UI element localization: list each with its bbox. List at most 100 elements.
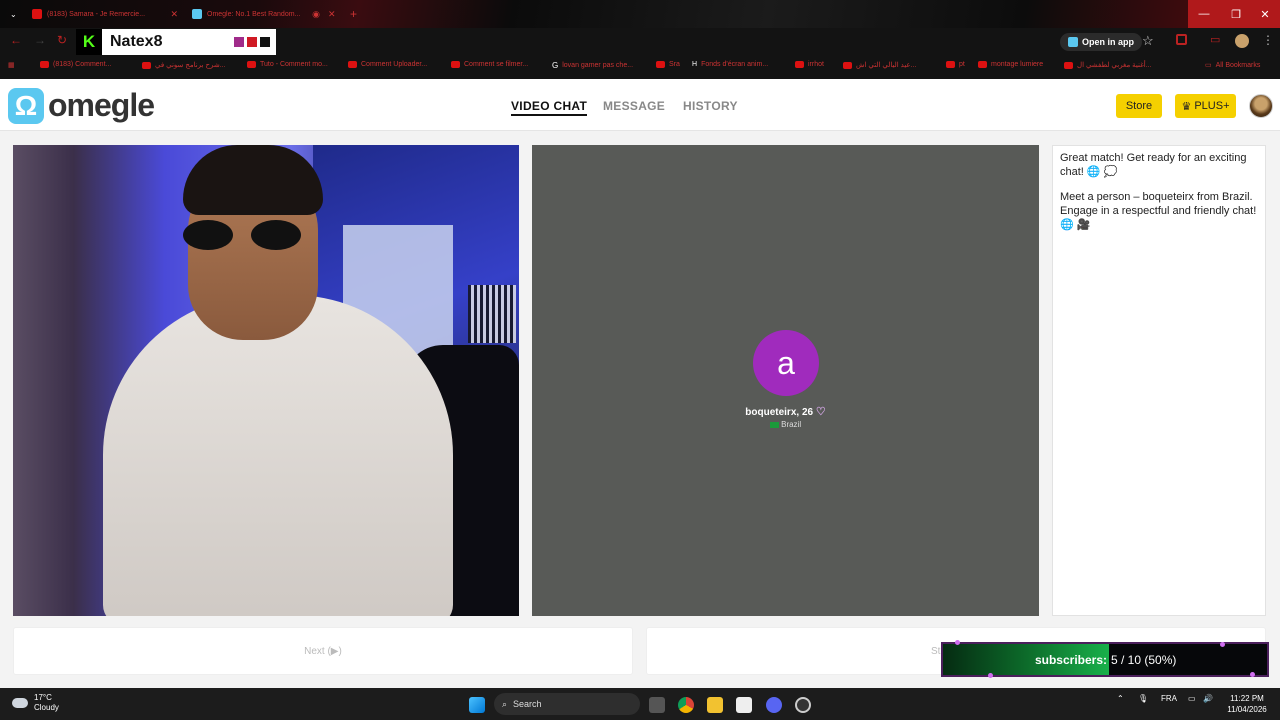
search-icon: ⌕ (502, 698, 508, 709)
discord-icon[interactable] (766, 697, 782, 713)
close-window-button[interactable]: ✕ (1250, 0, 1280, 28)
bookmark-label: montage lumiere (991, 61, 1044, 68)
heart-icon: ♡ (815, 406, 826, 418)
new-tab-button[interactable]: + (344, 4, 360, 24)
bookmark-item[interactable]: H Fonds d'écran anim... (692, 61, 768, 68)
search-label: Search (513, 699, 542, 709)
tab-omegle[interactable]: Omegle: No.1 Best Random... ◉ (186, 4, 326, 24)
start-menu-icon[interactable] (469, 697, 485, 713)
microphone-icon[interactable]: 🎙 (1138, 694, 1148, 703)
weather-condition: Cloudy (34, 703, 59, 712)
tab-search-button[interactable]: ⌄ (4, 4, 18, 24)
person-hair (183, 145, 323, 215)
color-square (234, 37, 244, 47)
youtube-icon (32, 9, 42, 19)
tab-history[interactable]: HISTORY (683, 99, 738, 113)
bookmark-item[interactable]: Tuto - Comment mo... (247, 61, 328, 68)
bookmark-item[interactable]: شرح برنامج سوني في... (142, 61, 226, 69)
bookmark-item[interactable]: أغنية مغربي لطفشي ال... (1064, 61, 1152, 69)
subscriber-goal-value: 5 / 10 (50%) (1111, 652, 1177, 667)
open-in-app-label: Open in app (1082, 37, 1135, 47)
obs-icon[interactable] (795, 697, 811, 713)
youtube-icon (1064, 61, 1073, 69)
back-icon[interactable]: ← (10, 33, 22, 47)
bookmark-item[interactable]: Comment se filmer... (451, 61, 528, 68)
omegle-logo-icon: Ω (8, 87, 44, 124)
task-view-icon[interactable] (649, 697, 665, 713)
youtube-icon (247, 61, 256, 68)
youtube-icon (843, 61, 852, 69)
taskbar-search[interactable]: ⌕ Search (494, 693, 640, 715)
google-icon: G (552, 61, 559, 70)
chrome-icon[interactable] (678, 697, 694, 713)
profile-icon[interactable] (1235, 34, 1249, 48)
chat-message: Meet a person – boqueteirx from Brazil. … (1060, 191, 1257, 231)
logo-text: omegle (48, 87, 155, 123)
reload-icon[interactable]: ↻ (57, 33, 67, 47)
bookmark-item[interactable]: Sra (656, 61, 680, 68)
file-explorer-icon[interactable] (707, 697, 723, 713)
peer-avatar: a (753, 330, 819, 396)
close-tab-button[interactable]: ✕ (322, 4, 338, 24)
all-bookmarks[interactable]: ▭ All Bookmarks (1205, 61, 1261, 70)
crown-icon: ♛ (1181, 100, 1192, 113)
omegle-logo[interactable]: Ω omegle (8, 87, 155, 124)
volume-icon[interactable]: 🔊 (1203, 694, 1213, 703)
bookmark-star-icon[interactable]: ☆ (1142, 33, 1154, 49)
bookmark-item[interactable]: عيد اليالي التي اش... (843, 61, 916, 69)
bookmark-label: All Bookmarks (1215, 61, 1261, 69)
language-indicator[interactable]: FRA (1161, 694, 1177, 703)
youtube-icon (451, 61, 460, 68)
bookmark-label: pt (959, 61, 965, 68)
minimize-button[interactable]: — (1188, 0, 1220, 28)
omegle-icon (192, 9, 202, 19)
record-icon: ◉ (312, 8, 320, 19)
peer-country-text: Brazil (781, 420, 802, 429)
apps-grid-icon[interactable]: ▦ (8, 61, 15, 69)
tab-youtube[interactable]: (8183) Samara - Je Remercie... ✕ (26, 4, 184, 24)
stream-overlay-nameplate: K Natex8 (76, 29, 276, 55)
bookmark-item[interactable]: irrhot (795, 61, 824, 68)
bookmark-label: Sra (669, 61, 680, 68)
next-button[interactable]: Next (▶) (13, 627, 633, 675)
tab-video-chat[interactable]: VIDEO CHAT (511, 99, 588, 116)
bookmark-item[interactable]: Glovan gamer pas che... (552, 61, 633, 70)
local-video-feed (13, 145, 519, 616)
bookmark-item[interactable]: pt (946, 61, 965, 68)
bookmark-label: شرح برنامج سوني في... (155, 62, 226, 69)
taskbar-clock[interactable]: 11:22 PM 11/04/2026 (1222, 693, 1272, 715)
plus-label: PLUS+ (1194, 100, 1230, 112)
bookmark-item[interactable]: Comment Uploader... (348, 61, 427, 68)
extension-icon[interactable] (1176, 34, 1187, 45)
background-qr-code (468, 285, 516, 343)
forward-icon[interactable]: → (34, 33, 46, 47)
store-button[interactable]: Store (1116, 94, 1162, 118)
tab-message[interactable]: MESSAGE (603, 99, 665, 113)
windows-taskbar: 17°C Cloudy (0, 688, 1280, 720)
microsoft-store-icon[interactable] (736, 697, 752, 713)
plus-button[interactable]: ♛ PLUS+ (1175, 94, 1236, 118)
chat-panel: Great match! Get ready for an exciting c… (1052, 145, 1266, 616)
bookmark-label: عيد اليالي التي اش... (856, 62, 917, 69)
bookmark-label: أغنية مغربي لطفشي ال... (1077, 62, 1152, 69)
youtube-icon (795, 61, 804, 68)
bookmark-item[interactable]: montage lumiere (978, 61, 1043, 68)
tab-title: Omegle: No.1 Best Random... (207, 10, 301, 18)
youtube-icon (348, 61, 357, 68)
network-icon[interactable]: ▭ (1188, 694, 1196, 703)
menu-icon[interactable]: ⋮ (1262, 33, 1274, 47)
open-in-app-button[interactable]: Open in app (1060, 33, 1143, 51)
sunglasses (183, 220, 313, 252)
weather-widget[interactable]: 17°C Cloudy (12, 693, 59, 713)
sparkle-decoration (1250, 672, 1255, 677)
sparkle-decoration (1220, 642, 1225, 647)
tray-overflow-icon[interactable]: ⌃ (1117, 694, 1124, 703)
avatar[interactable] (1249, 94, 1273, 118)
bookmark-item[interactable]: (8183) Comment... (40, 61, 111, 68)
temperature: 17°C (34, 693, 52, 702)
color-square (260, 37, 270, 47)
close-tab-icon[interactable]: ✕ (170, 9, 178, 20)
cast-icon[interactable]: ▭ (1210, 33, 1220, 46)
subscriber-goal-widget: subscribers: 5 / 10 (50%) (941, 642, 1269, 677)
restore-button[interactable]: ❐ (1220, 0, 1252, 28)
